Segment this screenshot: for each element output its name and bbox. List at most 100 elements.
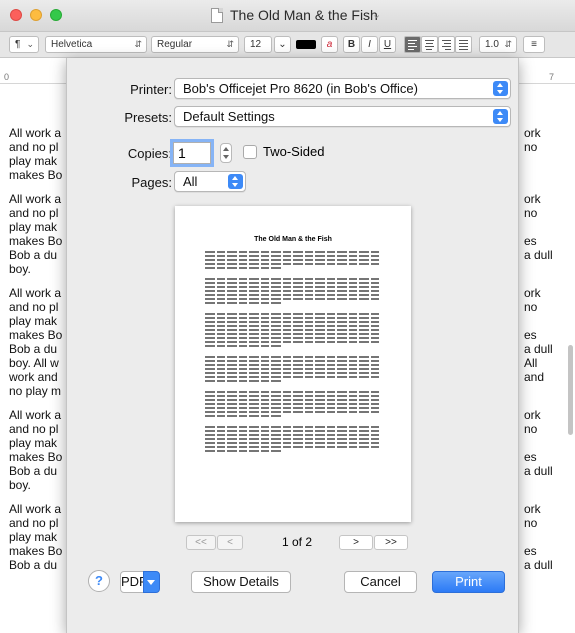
document-line: makes Bo (9, 234, 63, 248)
vertical-scrollbar[interactable] (568, 345, 573, 435)
two-sided-checkbox[interactable] (243, 145, 257, 159)
stepper-icon (493, 109, 508, 124)
title-bar[interactable]: The Old Man & the Fish ⌄ (0, 0, 575, 32)
pdf-button[interactable]: PDF (120, 571, 147, 593)
justify-button[interactable] (455, 36, 472, 53)
list-bullets-button[interactable]: ≡ (523, 36, 545, 53)
underline-button[interactable]: U (379, 36, 396, 53)
minimize-window-button[interactable] (30, 9, 42, 21)
first-page-button[interactable]: << (186, 535, 216, 550)
document-line: and no pl (9, 206, 59, 220)
document-paragraph[interactable]: All work a and no pl play mak makes Bo Bob a… (9, 286, 72, 398)
copies-stepper[interactable] (220, 143, 232, 163)
preview-line (205, 372, 381, 374)
paragraph-style-popup[interactable]: ¶ ⌄ (9, 36, 39, 53)
preview-paragraph (205, 355, 381, 383)
document-line: ork (524, 502, 541, 516)
document-line: and no pl (9, 140, 59, 154)
preview-line (205, 321, 381, 323)
font-size-field[interactable]: 12 (244, 36, 272, 53)
preview-line (205, 263, 381, 265)
previous-page-button[interactable]: < (217, 535, 243, 550)
preview-line (205, 341, 381, 343)
preview-title: The Old Man & the Fish (254, 236, 332, 243)
document-line: a dull (524, 464, 553, 478)
preview-line (205, 282, 381, 284)
preview-line (205, 251, 381, 253)
preview-line (205, 380, 283, 382)
document-text-left[interactable]: All work a and no pl play mak makes Bo All w… (9, 126, 72, 582)
preview-paragraph (205, 277, 381, 305)
print-button[interactable]: Print (432, 571, 505, 593)
document-line: ork (524, 408, 541, 422)
document-line: All work a (9, 502, 62, 516)
preview-line (205, 438, 381, 440)
document-line: Bob a du (9, 248, 58, 262)
document-paragraph[interactable]: All work a and no pl play mak makes Bo (9, 126, 72, 182)
printer-popup[interactable]: Bob's Officejet Pro 8620 (in Bob's Offic… (174, 78, 511, 99)
presets-popup[interactable]: Default Settings (174, 106, 511, 127)
font-size-menu-button[interactable]: ⌄ (274, 36, 291, 53)
chevron-down-icon[interactable]: ⌄ (372, 8, 381, 21)
preview-line (205, 255, 381, 257)
preview-line (205, 411, 381, 413)
preview-line (205, 391, 381, 393)
preview-line (205, 407, 381, 409)
help-button[interactable]: ? (88, 570, 110, 592)
show-details-button[interactable]: Show Details (191, 571, 291, 593)
document-paragraph[interactable]: ork no es a dull (524, 192, 568, 276)
document-paragraph[interactable]: All work a and no pl play mak makes Bo Bob a… (9, 502, 72, 572)
document-line: play mak (9, 154, 58, 168)
align-center-button[interactable] (421, 36, 438, 53)
document-paragraph[interactable]: ork no es a dull (524, 408, 568, 492)
document-paragraph[interactable]: ork no es a dull (524, 502, 568, 572)
bold-button[interactable]: B (343, 36, 360, 53)
highlight-color-icon[interactable]: a (321, 36, 338, 53)
document-paragraph[interactable]: ork no (524, 126, 568, 182)
pages-value: All (183, 174, 198, 189)
document-line: Bob a du (9, 342, 58, 356)
line-spacing-popup[interactable]: 1.0 ⇵ (479, 36, 517, 53)
document-paragraph[interactable]: All work a and no pl play mak makes Bo Bob a… (9, 192, 72, 276)
document-paragraph[interactable]: ork no es a dull All and (524, 286, 568, 398)
document-line: es (524, 328, 537, 342)
next-page-button[interactable]: > (339, 535, 373, 550)
preview-line (205, 395, 381, 397)
document-paragraph[interactable]: All work a and no pl play mak makes Bo Bob a… (9, 408, 72, 492)
preview-line (205, 290, 381, 292)
stepper-icon: ⇵ (226, 39, 234, 49)
window-title[interactable]: The Old Man & the Fish (230, 7, 378, 23)
format-toolbar: ¶ ⌄ Helvetica ⇵ Regular ⇵ 12 ⌄ a B I U 1.0 ⇵… (0, 32, 575, 58)
preview-line (205, 259, 381, 261)
document-line: All work a (9, 126, 62, 140)
document-line: es (524, 544, 537, 558)
document-line: no (524, 516, 538, 530)
document-text-right[interactable]: ork no ork no es a dull ork no es a dull All an… (524, 126, 568, 582)
italic-button[interactable]: I (361, 36, 378, 53)
text-color-well[interactable] (296, 40, 316, 49)
preview-line (205, 329, 381, 331)
two-sided-label[interactable]: Two-Sided (263, 144, 324, 159)
copies-field[interactable]: 1 (173, 142, 211, 164)
page-indicator: 1 of 2 (282, 535, 313, 549)
pdf-menu-arrow[interactable] (143, 571, 160, 593)
paragraph-style-label: ¶ (15, 39, 21, 50)
font-style-popup[interactable]: Regular ⇵ (151, 36, 239, 53)
pages-popup[interactable]: All (174, 171, 246, 192)
preview-line (205, 345, 283, 347)
document-line: no (524, 206, 538, 220)
font-family-popup[interactable]: Helvetica ⇵ (45, 36, 147, 53)
cancel-button[interactable]: Cancel (344, 571, 417, 593)
close-window-button[interactable] (10, 9, 22, 21)
last-page-button[interactable]: >> (374, 535, 408, 550)
align-left-button[interactable] (404, 36, 421, 53)
zoom-window-button[interactable] (50, 9, 62, 21)
preview-line (205, 399, 381, 401)
printer-label: Printer: (130, 82, 172, 97)
align-right-button[interactable] (438, 36, 455, 53)
